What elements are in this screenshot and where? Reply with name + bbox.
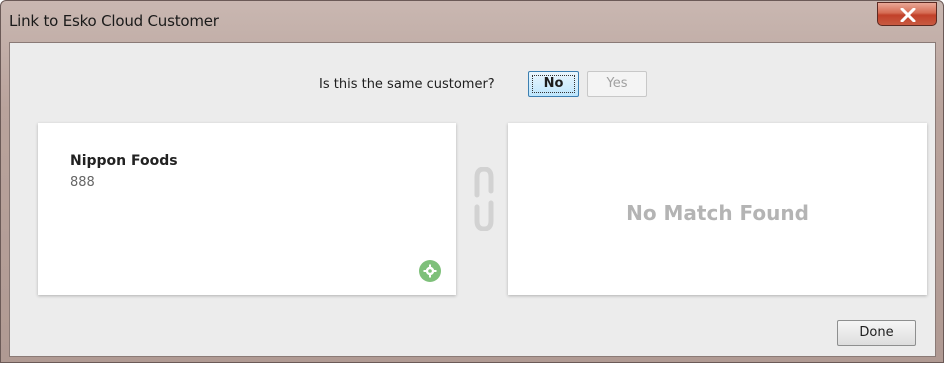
gear-icon bbox=[423, 264, 437, 278]
focus-ring bbox=[532, 75, 575, 93]
yes-button-label: Yes bbox=[606, 76, 628, 91]
no-button[interactable]: No bbox=[528, 71, 579, 97]
customer-name: Nippon Foods bbox=[70, 153, 178, 169]
close-button[interactable] bbox=[877, 2, 937, 26]
title-bar[interactable]: Link to Esko Cloud Customer bbox=[1, 1, 943, 41]
local-customer-card: Nippon Foods 888 bbox=[38, 123, 456, 295]
done-button-label: Done bbox=[859, 325, 894, 340]
confirmation-row: Is this the same customer? No Yes bbox=[10, 70, 935, 97]
chain-link-icon bbox=[474, 167, 494, 231]
yes-button[interactable]: Yes bbox=[587, 71, 647, 97]
done-button[interactable]: Done bbox=[837, 320, 916, 346]
same-customer-question: Is this the same customer? bbox=[319, 77, 495, 92]
dialog-window: Link to Esko Cloud Customer Is this the … bbox=[0, 0, 944, 363]
close-icon bbox=[900, 8, 916, 22]
customer-settings-button[interactable] bbox=[419, 260, 441, 282]
dialog-title: Link to Esko Cloud Customer bbox=[9, 12, 219, 30]
cloud-customer-card: No Match Found bbox=[508, 123, 927, 295]
no-match-message: No Match Found bbox=[626, 201, 809, 225]
dialog-content: Is this the same customer? No Yes Nippon… bbox=[9, 42, 936, 357]
customer-code: 888 bbox=[70, 175, 95, 190]
